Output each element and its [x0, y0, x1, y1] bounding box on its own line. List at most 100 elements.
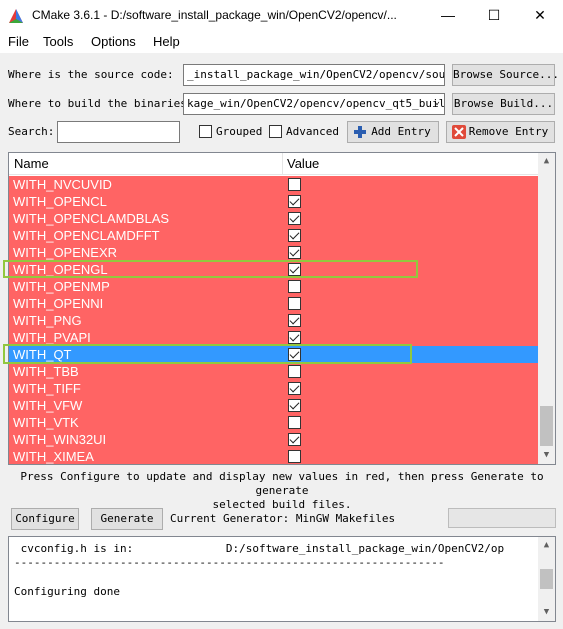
scroll-down-icon[interactable]: ▼	[538, 447, 555, 464]
menu-help[interactable]: Help	[153, 34, 180, 49]
row-value-checkbox[interactable]	[288, 450, 301, 463]
row-value-checkbox[interactable]	[288, 280, 301, 293]
cache-table: Name Value WITH_NVCUVID WITH_OPENCL WITH_O…	[8, 152, 556, 465]
search-input[interactable]	[57, 121, 180, 143]
row-name: WITH_XIMEA	[13, 449, 94, 464]
table-scrollbar[interactable]: ▲ ▼	[538, 153, 555, 464]
close-button[interactable]: ✕	[517, 0, 563, 31]
row-value-checkbox[interactable]	[288, 314, 301, 327]
row-value-checkbox[interactable]	[288, 229, 301, 242]
table-row[interactable]: WITH_PNG	[9, 312, 539, 329]
browse-source-button[interactable]: Browse Source...	[452, 64, 559, 86]
table-row[interactable]: WITH_NVCUVID	[9, 176, 539, 193]
build-path-value: kage_win/OpenCV2/opencv/opencv_qt5_build	[187, 97, 445, 110]
row-value-checkbox[interactable]	[288, 212, 301, 225]
maximize-button[interactable]: ☐	[471, 0, 517, 31]
table-row[interactable]: WITH_OPENCLAMDFFT	[9, 227, 539, 244]
output-scroll-thumb[interactable]	[540, 569, 553, 589]
row-value-checkbox[interactable]	[288, 195, 301, 208]
row-name: WITH_OPENEXR	[13, 245, 118, 260]
table-row[interactable]: WITH_OPENCL	[9, 193, 539, 210]
progress-bar	[448, 508, 556, 528]
table-header: Name Value	[9, 153, 539, 175]
row-value-checkbox[interactable]	[288, 178, 301, 191]
row-name: WITH_OPENCLAMDBLAS	[13, 211, 170, 226]
output-line-4: Configuring done	[14, 585, 120, 598]
row-name: WITH_VFW	[13, 398, 83, 413]
remove-entry-button[interactable]: Remove Entry	[446, 121, 555, 143]
row-value-checkbox[interactable]	[288, 399, 301, 412]
row-name: WITH_OPENCL	[13, 194, 107, 209]
row-value-checkbox[interactable]	[288, 416, 301, 429]
column-divider	[282, 153, 283, 175]
table-row[interactable]: WITH_TBB	[9, 363, 539, 380]
row-name: WITH_NVCUVID	[13, 177, 112, 192]
menu-bar: File Tools Options Help	[0, 31, 563, 53]
table-row[interactable]: WITH_WIN32UI	[9, 431, 539, 448]
plus-icon	[354, 126, 366, 138]
window-title: CMake 3.6.1 - D:/software_install_packag…	[32, 8, 397, 22]
add-entry-button[interactable]: Add Entry	[347, 121, 439, 143]
source-path-input[interactable]: _install_package_win/OpenCV2/opencv/sour…	[183, 64, 445, 86]
table-row[interactable]: WITH_OPENCLAMDBLAS	[9, 210, 539, 227]
chevron-down-icon: ⌄	[433, 96, 440, 107]
scroll-thumb[interactable]	[540, 406, 553, 446]
row-value-checkbox[interactable]	[288, 365, 301, 378]
row-name: WITH_OPENNI	[13, 296, 104, 311]
remove-icon	[452, 125, 466, 139]
title-bar: CMake 3.6.1 - D:/software_install_packag…	[0, 0, 563, 31]
output-scrollbar[interactable]: ▲ ▼	[538, 537, 555, 621]
menu-options[interactable]: Options	[91, 34, 136, 49]
menu-file[interactable]: File	[8, 34, 29, 49]
output-scroll-down-icon[interactable]: ▼	[538, 604, 555, 621]
menu-tools[interactable]: Tools	[43, 34, 73, 49]
output-line-1: cvconfig.h is in: D:/software_install_pa…	[14, 542, 505, 555]
column-header-name[interactable]: Name	[14, 156, 49, 171]
cmake-logo-icon	[9, 9, 23, 23]
row-value-checkbox[interactable]	[288, 433, 301, 446]
row-name: WITH_PVAPI	[13, 330, 91, 345]
advanced-label: Advanced	[286, 125, 339, 138]
source-label: Where is the source code:	[8, 68, 174, 81]
table-row[interactable]: WITH_OPENEXR	[9, 244, 539, 261]
search-label: Search:	[8, 125, 55, 138]
current-generator: Current Generator: MinGW Makefiles	[170, 512, 396, 525]
row-name: WITH_OPENCLAMDFFT	[13, 228, 160, 243]
minimize-button[interactable]: —	[425, 0, 471, 31]
add-entry-label: Add Entry	[371, 125, 431, 138]
row-value-checkbox[interactable]	[288, 382, 301, 395]
output-log[interactable]: cvconfig.h is in: D:/software_install_pa…	[8, 536, 556, 622]
table-row[interactable]: WITH_VFW	[9, 397, 539, 414]
build-path-combobox[interactable]: kage_win/OpenCV2/opencv/opencv_qt5_build…	[183, 93, 445, 115]
row-value-checkbox[interactable]	[288, 246, 301, 259]
output-scroll-up-icon[interactable]: ▲	[538, 537, 555, 554]
highlight-box-qt	[3, 344, 412, 364]
row-value-checkbox[interactable]	[288, 297, 301, 310]
table-rows: WITH_NVCUVID WITH_OPENCL WITH_OPENCLAMDBLA…	[9, 176, 539, 464]
browse-build-button[interactable]: Browse Build...	[452, 93, 555, 115]
configure-button[interactable]: Configure	[11, 508, 79, 530]
row-name: WITH_OPENMP	[13, 279, 110, 294]
highlight-box-opengl	[3, 260, 418, 278]
info-text: Press Configure to update and display ne…	[8, 470, 556, 512]
table-row[interactable]: WITH_VTK	[9, 414, 539, 431]
generate-button[interactable]: Generate	[91, 508, 163, 530]
output-line-2: ----------------------------------------…	[14, 556, 445, 569]
row-value-checkbox[interactable]	[288, 331, 301, 344]
grouped-checkbox[interactable]	[199, 125, 212, 138]
advanced-checkbox[interactable]	[269, 125, 282, 138]
row-name: WITH_PNG	[13, 313, 82, 328]
table-row[interactable]: WITH_TIFF	[9, 380, 539, 397]
table-row[interactable]: WITH_XIMEA	[9, 448, 539, 464]
scroll-up-icon[interactable]: ▲	[538, 153, 555, 170]
build-label: Where to build the binaries:	[8, 97, 194, 110]
grouped-label: Grouped	[216, 125, 263, 138]
remove-entry-label: Remove Entry	[468, 125, 549, 138]
info-line-1: Press Configure to update and display ne…	[20, 470, 544, 497]
column-header-value[interactable]: Value	[287, 156, 319, 171]
row-name: WITH_WIN32UI	[13, 432, 107, 447]
row-name: WITH_VTK	[13, 415, 79, 430]
table-row[interactable]: WITH_OPENMP	[9, 278, 539, 295]
row-name: WITH_TBB	[13, 364, 79, 379]
table-row[interactable]: WITH_OPENNI	[9, 295, 539, 312]
